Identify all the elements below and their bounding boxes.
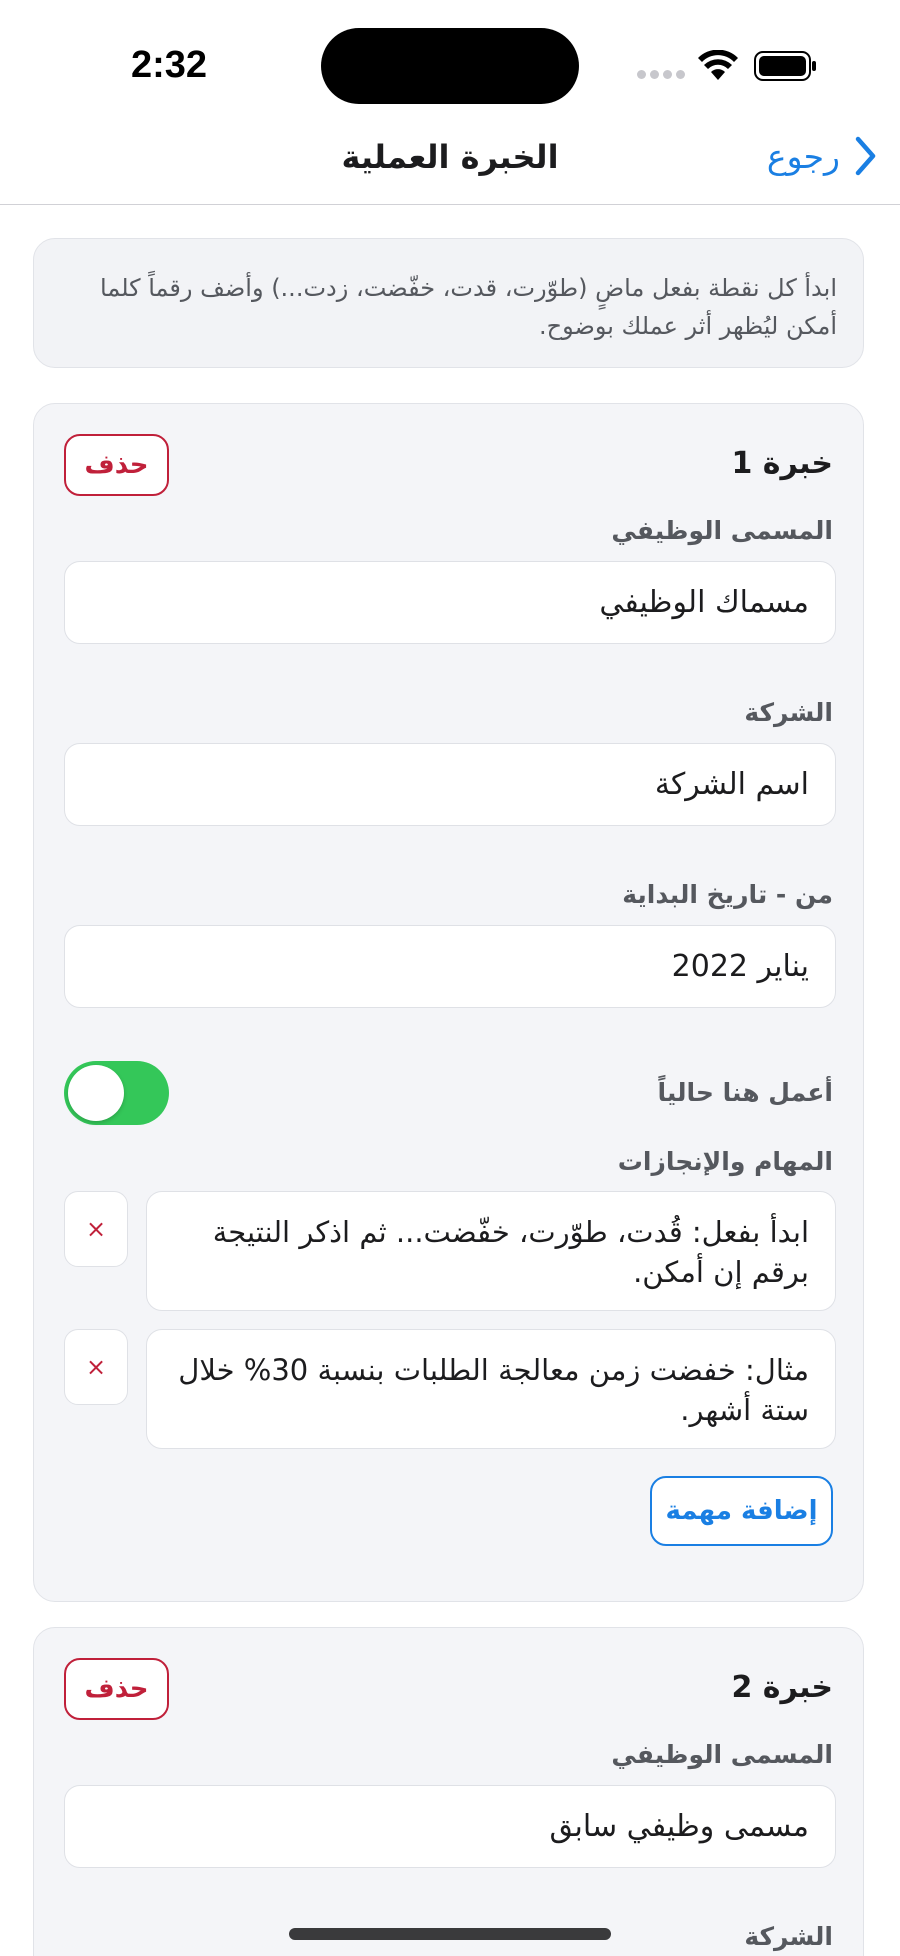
tip-box: ابدأ كل نقطة بفعل ماضٍ (طوّرت، قدت، خفّض… xyxy=(33,238,864,368)
back-button[interactable]: رجوع xyxy=(767,136,876,176)
delete-experience-button[interactable]: حذف xyxy=(64,1658,169,1720)
navigation-bar: الخبرة العملية رجوع xyxy=(0,122,900,205)
battery-icon xyxy=(754,51,818,81)
tasks-label: المهام والإنجازات xyxy=(617,1147,833,1176)
delete-experience-button[interactable]: حذف xyxy=(64,434,169,496)
wifi-icon xyxy=(698,49,738,82)
status-bar: 2:32 xyxy=(0,0,900,122)
back-label: رجوع xyxy=(766,136,840,176)
job-title-field[interactable]: مسمى وظيفي سابق xyxy=(64,1785,836,1868)
dynamic-island xyxy=(321,28,579,104)
start-date-label: من - تاريخ البداية xyxy=(622,880,833,909)
task-field[interactable]: مثال: خفضت زمن معالجة الطلبات بنسبة 30% … xyxy=(146,1329,836,1449)
job-title-label: المسمى الوظيفي xyxy=(611,1740,833,1769)
currently-working-label: أعمل هنا حالياً xyxy=(657,1078,833,1107)
company-label: الشركة xyxy=(744,698,833,727)
experience-title: خبرة 1 xyxy=(731,446,833,481)
task-field[interactable]: ابدأ بفعل: قُدت، طوّرت، خفّضت... ثم اذكر… xyxy=(146,1191,836,1311)
company-label: الشركة xyxy=(744,1922,833,1951)
add-task-button[interactable]: إضافة مهمة xyxy=(650,1476,833,1546)
company-field[interactable]: اسم الشركة xyxy=(64,743,836,826)
toggle-knob xyxy=(68,1065,124,1121)
experience-title: خبرة 2 xyxy=(731,1670,833,1705)
start-date-field[interactable]: يناير 2022 xyxy=(64,925,836,1008)
page-title: الخبرة العملية xyxy=(341,138,559,176)
chevron-right-icon xyxy=(854,136,876,176)
job-title-label: المسمى الوظيفي xyxy=(611,516,833,545)
home-indicator xyxy=(289,1928,611,1940)
experience-card: خبرة 2 حذف المسمى الوظيفي مسمى وظيفي ساب… xyxy=(33,1627,864,1956)
currently-working-toggle[interactable] xyxy=(64,1061,169,1125)
content-scroll-area[interactable]: ابدأ كل نقطة بفعل ماضٍ (طوّرت، قدت، خفّض… xyxy=(0,205,900,1956)
job-title-field[interactable]: مسماك الوظيفي xyxy=(64,561,836,644)
cellular-signal-icon xyxy=(637,70,685,80)
remove-task-button[interactable]: × xyxy=(64,1329,128,1405)
remove-task-button[interactable]: × xyxy=(64,1191,128,1267)
status-time: 2:32 xyxy=(131,44,208,86)
experience-card: خبرة 1 حذف المسمى الوظيفي مسماك الوظيفي … xyxy=(33,403,864,1602)
